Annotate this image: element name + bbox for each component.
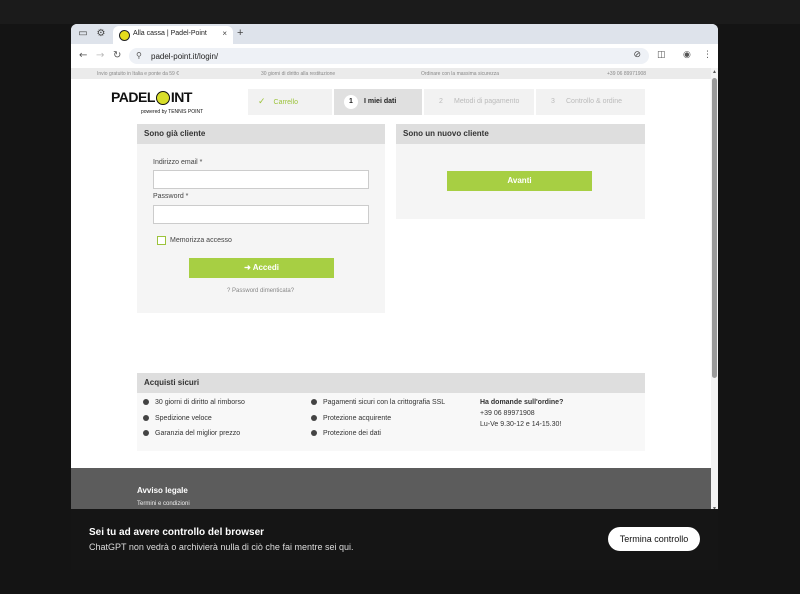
step-cart[interactable]: ✓ Carrello — [248, 89, 332, 115]
badge-icon — [311, 399, 317, 406]
step-payment: 2 Metodi di pagamento — [424, 89, 534, 115]
reload-icon[interactable]: ↻ — [113, 50, 121, 61]
secure-item: Protezione acquirente — [311, 415, 391, 422]
new-customer-panel: Sono un nuovo cliente Avanti — [396, 124, 645, 219]
secure-item: Protezione dei dati — [311, 430, 381, 437]
overlay-subtitle: ChatGPT non vedrà o archivierà nulla di … — [89, 542, 354, 552]
badge-icon — [143, 399, 149, 406]
terms-link[interactable]: Termini e condizioni — [137, 501, 190, 507]
tab-active[interactable]: Alla cassa | Padel-Point × — [113, 26, 233, 44]
profile-avatar-icon[interactable]: ◉ — [683, 50, 691, 60]
promo-return: 30 giorni di diritto alla restituzione — [261, 71, 336, 77]
check-icon: ✓ — [258, 97, 266, 107]
badge-icon — [143, 415, 149, 422]
password-label: Password * — [153, 193, 189, 200]
contact-title: Ha domande sull'ordine? — [480, 399, 564, 406]
step-my-data: 1I miei dati — [334, 89, 422, 115]
padel-point-logo[interactable]: PADEL INT powered by TENNIS POINT — [111, 89, 204, 123]
secure-item: Spedizione veloce — [143, 415, 212, 422]
badge-icon — [311, 430, 317, 437]
tab-bar: ▭ ⚙ Alla cassa | Padel-Point × + — [71, 24, 718, 44]
promo-security: Ordinare con la massima sicurezza — [421, 71, 500, 77]
forgot-password-link[interactable]: ? Password dimenticata? — [227, 288, 294, 294]
contact-phone[interactable]: +39 06 89971908 — [480, 410, 535, 417]
contact-hours: Lu-Ve 9.30-12 e 14-15.30! — [480, 421, 562, 428]
secure-heading: Acquisti sicuri — [137, 373, 645, 393]
promo-phone: +39 06 89971908 — [607, 71, 647, 77]
continue-button[interactable]: Avanti — [447, 171, 592, 191]
login-panel: Sono già cliente Indirizzo email * Passw… — [137, 124, 385, 313]
address-bar[interactable]: ⚲ padel-point.it/login/ ⊘ — [129, 48, 649, 64]
login-icon: ➜ — [244, 263, 253, 272]
secure-item: Pagamenti sicuri con la crittografia SSL — [311, 399, 445, 406]
promo-shipping: Invio gratuito in Italia e ponte da 59 € — [97, 71, 180, 77]
back-arrow-icon[interactable]: ← — [79, 50, 87, 61]
promo-strip: Invio gratuito in Italia e ponte da 59 €… — [71, 68, 711, 79]
step-review: 3 Controllo & ordine — [536, 89, 645, 115]
padel-ball-icon — [155, 91, 170, 106]
forward-arrow-icon[interactable]: → — [96, 50, 104, 61]
secure-purchase-panel: Acquisti sicuri 30 giorni di diritto al … — [137, 373, 645, 451]
scroll-up-icon[interactable]: ▲ — [711, 69, 718, 75]
badge-icon — [143, 430, 149, 437]
end-control-button[interactable]: Termina controllo — [608, 527, 700, 551]
url-text[interactable]: padel-point.it/login/ — [151, 52, 218, 61]
tab-list-icon[interactable]: ▭ — [77, 28, 89, 40]
address-toolbar: ← → ↻ ⚲ padel-point.it/login/ ⊘ ◫ ◉ ⋮ — [71, 44, 718, 69]
remember-checkbox[interactable] — [157, 236, 166, 245]
scroll-thumb[interactable] — [712, 78, 717, 378]
logo-wordmark: PADEL INT — [111, 89, 192, 106]
browser-window: ▭ ⚙ Alla cassa | Padel-Point × + ← → ↻ ⚲… — [71, 24, 718, 570]
password-field[interactable] — [153, 205, 369, 224]
control-overlay: Sei tu ad avere controllo del browser Ch… — [71, 509, 718, 570]
eye-off-icon[interactable]: ⊘ — [633, 50, 641, 60]
site-info-icon[interactable]: ⚲ — [136, 51, 142, 60]
logo-subtitle: powered by TENNIS POINT — [141, 109, 204, 115]
extension-icon[interactable]: ⚙ — [95, 28, 107, 40]
footer-title: Avviso legale — [137, 486, 188, 495]
new-customer-heading: Sono un nuovo cliente — [396, 124, 645, 144]
overlay-title: Sei tu ad avere controllo del browser — [89, 527, 265, 538]
secure-item: 30 giorni di diritto al rimborso — [143, 399, 245, 406]
puzzle-extension-icon[interactable]: ◫ — [657, 50, 666, 60]
checkout-steps: ✓ Carrello 1I miei dati 2 Metodi di pagame… — [248, 89, 645, 115]
remember-label[interactable]: Memorizza accesso — [170, 237, 232, 244]
email-label: Indirizzo email * — [153, 159, 203, 166]
tab-title: Alla cassa | Padel-Point — [133, 30, 207, 37]
new-tab-icon[interactable]: + — [237, 27, 243, 39]
favicon-icon — [119, 30, 130, 41]
background-blur — [0, 0, 800, 24]
login-button[interactable]: ➜ Accedi — [189, 258, 334, 278]
menu-dots-icon[interactable]: ⋮ — [703, 50, 712, 60]
secure-item: Garanzia del miglior prezzo — [143, 430, 240, 437]
vertical-scrollbar[interactable]: ▲ ▼ — [711, 68, 718, 514]
email-field[interactable] — [153, 170, 369, 189]
badge-icon — [311, 415, 317, 422]
login-heading: Sono già cliente — [137, 124, 385, 144]
close-tab-icon[interactable]: × — [222, 29, 227, 38]
